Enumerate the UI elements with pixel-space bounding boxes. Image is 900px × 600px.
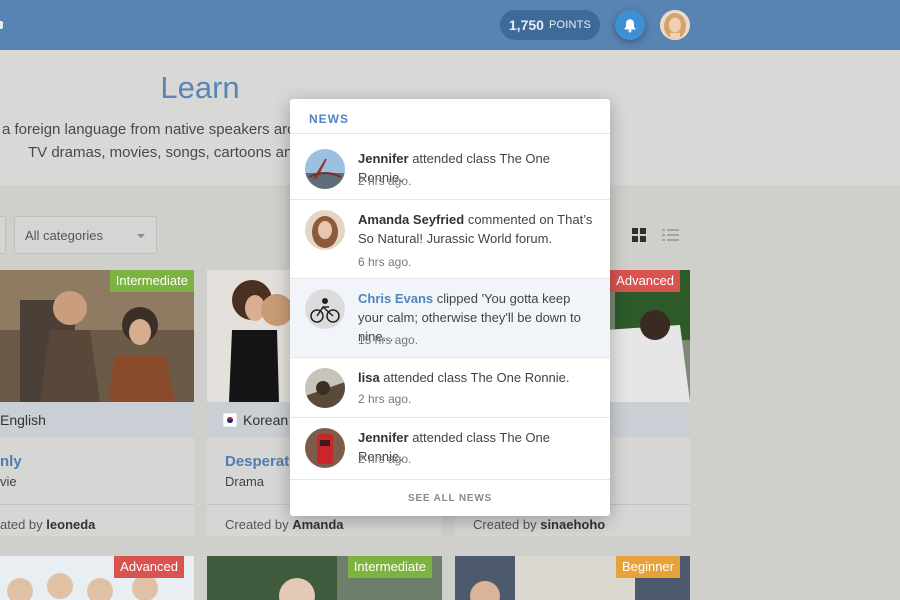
news-item[interactable]: Amanda Seyfried commented on That’s So N… — [290, 200, 610, 279]
avatar[interactable] — [305, 210, 345, 250]
avatar[interactable] — [305, 149, 345, 189]
korea-flag-icon — [223, 412, 237, 427]
points-value: 1,750 — [508, 17, 544, 33]
class-card[interactable]: Beginner — [455, 556, 690, 600]
news-time: 15 hrs ago. — [358, 333, 419, 347]
logo[interactable] — [0, 21, 3, 29]
created-by: Created by Amanda — [225, 517, 344, 532]
news-heading: NEWS — [290, 99, 610, 134]
grid-view-icon[interactable] — [632, 228, 646, 242]
hero-subtitle-line-2: TV dramas, movies, songs, cartoons and — [28, 144, 301, 161]
news-time: 2 hrs ago. — [358, 392, 412, 406]
hero-subtitle-line-1: a foreign language from native speakers … — [2, 121, 295, 138]
notifications-button[interactable] — [615, 10, 645, 40]
news-time: 2 hrs ago. — [358, 452, 412, 466]
created-by: Created by sinaehoho — [473, 517, 605, 532]
class-title[interactable]: Desperat — [225, 453, 289, 470]
avatar[interactable] — [305, 428, 345, 468]
category-select-value: All categories — [25, 227, 104, 243]
news-user[interactable]: Chris Evans — [358, 291, 433, 306]
avatar[interactable] — [305, 289, 345, 329]
class-card[interactable]: Advanced — [0, 556, 194, 600]
creator-name[interactable]: sinaehoho — [540, 517, 605, 532]
language-label: English — [0, 411, 46, 428]
level-badge: Advanced — [114, 556, 184, 578]
news-action: attended class The One Ronnie. — [379, 370, 570, 385]
avatar[interactable] — [305, 368, 345, 408]
class-genre: vie — [0, 474, 17, 489]
list-view-icon[interactable] — [662, 228, 679, 242]
news-user[interactable]: Amanda Seyfried — [358, 212, 464, 227]
created-by: ated by leoneda — [0, 517, 95, 532]
bell-icon — [624, 18, 636, 32]
see-all-news-link[interactable]: SEE ALL NEWS — [290, 479, 610, 516]
news-dropdown: NEWS Jennifer attended class The One Ron… — [290, 99, 610, 516]
created-by-prefix: Created by — [225, 517, 289, 532]
filter-dropdown-partial[interactable] — [0, 216, 6, 254]
news-text: lisa attended class The One Ronnie. — [358, 368, 596, 387]
news-text: Amanda Seyfried commented on That’s So N… — [358, 210, 596, 248]
news-time: 2 hrs ago. — [358, 174, 412, 188]
level-badge: Beginner — [615, 556, 680, 578]
user-avatar[interactable] — [660, 10, 690, 40]
news-item[interactable]: Jennifer attended class The One Ronnie. … — [290, 418, 610, 479]
points-badge[interactable]: 1,750 POINTS — [500, 10, 600, 40]
top-bar: 1,750 POINTS — [0, 0, 900, 50]
created-by-prefix: Created by — [473, 517, 537, 532]
class-card[interactable]: Intermediate — [207, 556, 442, 600]
chevron-down-icon — [137, 234, 145, 238]
news-user[interactable]: Jennifer — [358, 430, 409, 445]
news-user[interactable]: lisa — [358, 370, 380, 385]
creator-name[interactable]: leoneda — [46, 517, 95, 532]
class-card[interactable]: Intermediate English nly vie ated by leo… — [0, 270, 194, 536]
category-select[interactable]: All categories — [14, 216, 157, 254]
level-badge: Intermediate — [109, 270, 194, 292]
creator-name[interactable]: Amanda — [292, 517, 343, 532]
class-title[interactable]: nly — [0, 453, 22, 470]
language-row: English — [0, 402, 194, 437]
divider — [0, 504, 194, 505]
class-genre: Drama — [225, 474, 265, 489]
news-user[interactable]: Jennifer — [358, 151, 409, 166]
news-item[interactable]: Jennifer attended class The One Ronnie. … — [290, 134, 610, 200]
language-label: Korean — [243, 411, 289, 428]
level-badge: Intermediate — [347, 556, 432, 578]
created-by-prefix: ated by — [0, 517, 43, 532]
news-time: 6 hrs ago. — [358, 255, 412, 269]
news-item[interactable]: lisa attended class The One Ronnie. 2 hr… — [290, 358, 610, 418]
news-item[interactable]: Chris Evans clipped 'You gotta keep your… — [290, 279, 610, 358]
points-label: POINTS — [548, 19, 592, 31]
level-badge: Advanced — [610, 270, 680, 292]
